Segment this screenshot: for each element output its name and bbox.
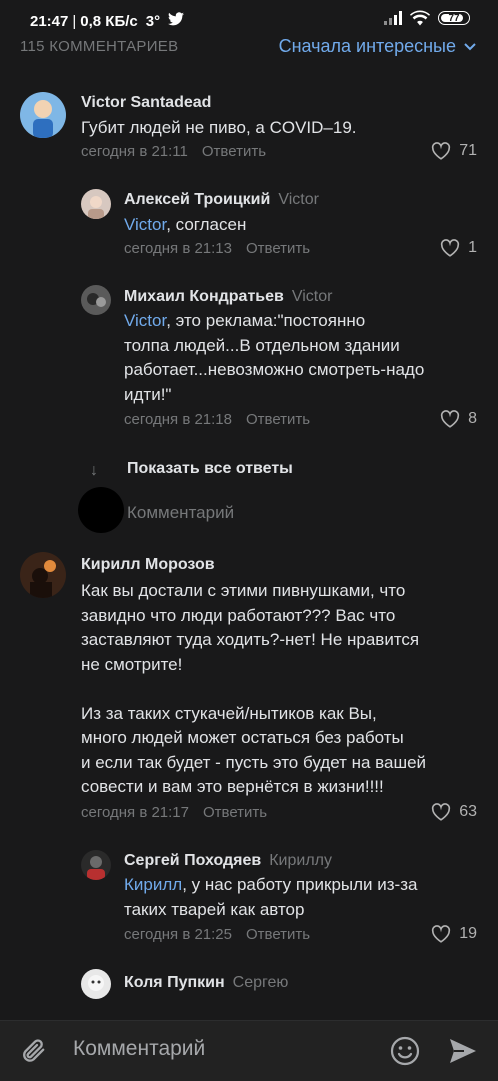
battery-level: 77: [448, 12, 460, 24]
like-count: 1: [468, 239, 477, 256]
avatar[interactable]: [81, 189, 111, 219]
show-all-label: Показать все ответы: [127, 460, 293, 477]
comment-time: сегодня в 21:17: [81, 804, 189, 821]
comment-text: Victor, это реклама:"постоянно толпа люд…: [124, 309, 424, 407]
comment-reply-item: Коля Пупкин Сергею: [0, 968, 498, 1008]
reply-button[interactable]: Ответить: [246, 411, 310, 428]
comment-text: Victor, согласен: [124, 213, 246, 238]
sort-dropdown[interactable]: Сначала интересные: [279, 36, 476, 57]
status-separator: |: [72, 12, 77, 30]
comment-text-body: , это реклама:"постоянно толпа людей...В…: [124, 311, 425, 404]
author-name[interactable]: Victor Santadead: [81, 94, 211, 112]
avatar[interactable]: [81, 969, 111, 999]
author-name[interactable]: Коля Пупкин Сергею: [124, 974, 288, 992]
emoji-icon[interactable]: [389, 1035, 421, 1067]
heart-icon: [432, 803, 451, 821]
attach-icon[interactable]: [20, 1037, 48, 1067]
author-name[interactable]: Михаил Кондратьев Victor: [124, 288, 332, 306]
reply-button[interactable]: Ответить: [246, 926, 310, 943]
comment-meta: сегодня в 21:11 Ответить: [81, 143, 266, 160]
heart-icon: [432, 142, 451, 160]
comment-time: сегодня в 21:18: [124, 411, 232, 428]
author-name[interactable]: Сергей Походяев Кириллу: [124, 852, 332, 870]
avatar[interactable]: [20, 552, 66, 598]
heart-icon: [440, 410, 460, 428]
send-icon[interactable]: [448, 1037, 478, 1065]
arrow-down-icon: ↓: [90, 462, 98, 479]
comment-input[interactable]: Комментарий: [73, 1037, 205, 1061]
comment-meta: сегодня в 21:13 Ответить: [124, 240, 310, 257]
author-name-text: Сергей Походяев: [124, 852, 262, 869]
sort-label: Сначала интересные: [278, 36, 456, 56]
reply-to-name[interactable]: Кириллу: [269, 852, 332, 869]
comment-text-body: , согласен: [166, 215, 247, 234]
comment-time: сегодня в 21:13: [124, 240, 232, 257]
battery-icon: 77: [438, 11, 470, 25]
avatar[interactable]: [20, 92, 66, 138]
reply-to-name[interactable]: Сергею: [233, 974, 289, 991]
like-button[interactable]: 19: [431, 925, 477, 943]
author-name-text: Михаил Кондратьев: [124, 288, 284, 305]
status-right: 77: [384, 10, 470, 26]
comment-reply-item: Алексей Троицкий Victor Victor, согласен …: [0, 186, 498, 266]
comment-text: Губит людей не пиво, а COVID–19.: [81, 118, 357, 137]
heart-icon: [432, 925, 451, 943]
reply-button[interactable]: Ответить: [246, 240, 310, 257]
mention-link[interactable]: Кирилл: [124, 875, 182, 894]
comment-time: сегодня в 21:11: [81, 143, 188, 160]
comment-input-bar: Комментарий: [0, 1020, 498, 1081]
reply-button[interactable]: Ответить: [202, 143, 266, 160]
comment-item: Кирилл Морозов Как вы достали с этими пи…: [0, 552, 498, 832]
author-name-text: Кирилл Морозов: [81, 556, 215, 573]
author-name[interactable]: Кирилл Морозов: [81, 556, 215, 574]
status-speed: 0,8 КБ/с: [80, 12, 138, 30]
status-time: 21:47: [30, 12, 69, 30]
mention-link[interactable]: Victor: [124, 215, 166, 234]
comment-count: 115 КОММЕНТАРИЕВ: [20, 38, 179, 55]
like-button[interactable]: 1: [440, 239, 477, 257]
reply-to-name[interactable]: Victor: [292, 288, 333, 305]
like-button[interactable]: 71: [431, 142, 477, 160]
heart-icon: [440, 239, 460, 257]
comment-meta: сегодня в 21:18 Ответить: [124, 411, 310, 428]
author-name-text: Коля Пупкин: [124, 974, 225, 991]
comment-item: Victor Santadead Губит людей не пиво, а …: [0, 88, 498, 168]
status-left: 21:47 | 0,8 КБ/с 3°: [30, 12, 185, 30]
signal-icon: [384, 11, 402, 25]
status-temp: 3°: [145, 12, 161, 30]
like-count: 63: [459, 803, 477, 820]
mention-link[interactable]: Victor: [124, 311, 166, 330]
wifi-icon: [410, 10, 430, 26]
inline-comment-input[interactable]: Комментарий: [0, 487, 498, 535]
comment-reply-item: Михаил Кондратьев Victor Victor, это рекл…: [0, 283, 498, 433]
author-name[interactable]: Алексей Троицкий Victor: [124, 191, 319, 209]
twitter-icon: [168, 12, 185, 30]
like-button[interactable]: 8: [440, 410, 477, 428]
reply-button[interactable]: Ответить: [203, 804, 267, 821]
author-name-text: Victor Santadead: [81, 94, 212, 111]
avatar[interactable]: [81, 850, 111, 880]
inline-comment-placeholder: Комментарий: [127, 503, 235, 522]
comment-time: сегодня в 21:25: [124, 926, 232, 943]
comment-text: Кирилл, у нас работу прикрыли из-за таки…: [124, 873, 417, 922]
reply-to-name[interactable]: Victor: [278, 191, 319, 208]
like-count: 71: [459, 142, 477, 159]
show-all-replies-button[interactable]: ↓ Показать все ответы: [0, 460, 498, 484]
avatar[interactable]: [81, 285, 111, 315]
comment-meta: сегодня в 21:25 Ответить: [124, 926, 310, 943]
comment-reply-item: Сергей Походяев Кириллу Кирилл, у нас раб…: [0, 848, 498, 948]
like-button[interactable]: 63: [431, 803, 477, 821]
like-count: 19: [459, 925, 477, 942]
comment-text: Как вы достали с этими пивнушками, что з…: [81, 581, 427, 796]
author-name-text: Алексей Троицкий: [124, 191, 271, 208]
chevron-down-icon: [464, 42, 476, 50]
like-count: 8: [468, 410, 477, 427]
comment-meta: сегодня в 21:17 Ответить: [81, 804, 267, 821]
avatar: [78, 487, 124, 533]
comments-header: 115 КОММЕНТАРИЕВ Сначала интересные: [0, 34, 498, 62]
